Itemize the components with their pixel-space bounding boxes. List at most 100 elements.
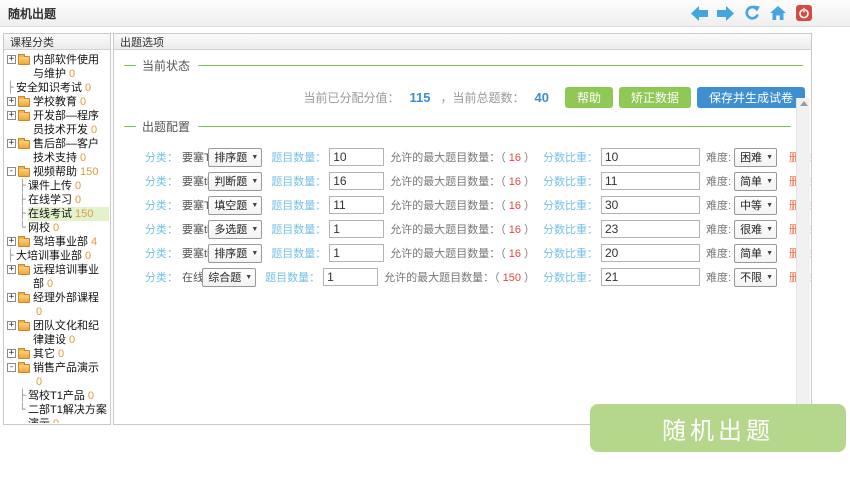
max-count-text: 允许的最大题目数量：（16） [390, 221, 535, 237]
difficulty-select[interactable]: 中等▼ [734, 196, 777, 215]
tree-item[interactable]: ├在线学习0 [5, 193, 109, 207]
expand-icon[interactable]: + [7, 139, 16, 148]
folder-icon [18, 322, 30, 331]
save-generate-button[interactable]: 保存并生成试卷 [697, 87, 805, 108]
tree-item[interactable]: + 开发部—程序员技术开发0 [5, 109, 109, 137]
question-type-select[interactable]: 综合题▼ [202, 268, 256, 287]
tree-item[interactable]: -销售产品演示0 [5, 361, 109, 389]
status-buttons: 帮助矫正数据保存并生成试卷 [559, 87, 805, 108]
question-count-label: 题目数量： [271, 221, 326, 237]
expand-icon[interactable]: + [7, 55, 16, 64]
chevron-down-icon: ▼ [251, 226, 258, 233]
forward-icon[interactable] [717, 5, 734, 21]
tree-item[interactable]: ├大培训事业部0 [5, 249, 109, 263]
expand-icon[interactable]: + [7, 349, 16, 358]
tree-connector-icon: ├ [19, 207, 28, 221]
folder-icon [18, 350, 30, 359]
tree-item[interactable]: +其它0 [5, 347, 109, 361]
tree-item-label: 经理外部课程0 [33, 291, 109, 319]
chevron-down-icon: ▼ [251, 250, 258, 257]
question-type-select[interactable]: 填空题▼ [208, 196, 262, 215]
question-type-select[interactable]: 排序题▼ [208, 148, 262, 167]
score-ratio-label: 分数比重： [543, 269, 598, 285]
category-label: 分类： [145, 245, 178, 261]
vertical-scrollbar[interactable] [796, 98, 810, 423]
tree-item[interactable]: └网校0 [5, 221, 109, 235]
difficulty-label: 难度: [706, 173, 731, 189]
question-count-input[interactable] [329, 244, 384, 262]
tree-connector-icon: ├ [19, 389, 28, 403]
tree-item-label: 大培训事业部0 [16, 249, 109, 263]
question-count-label: 题目数量： [271, 149, 326, 165]
tree-item[interactable]: + 团队文化和纪律建设0 [5, 319, 109, 347]
question-count-input[interactable] [329, 148, 384, 166]
difficulty-select[interactable]: 很难▼ [734, 220, 777, 239]
question-count-input[interactable] [329, 220, 384, 238]
power-icon[interactable] [795, 5, 812, 21]
tree-item[interactable]: +内部软件使用与维护0 [5, 53, 109, 81]
question-type-select[interactable]: 判断题▼ [208, 172, 262, 191]
category-value: 要塞TKS [182, 149, 208, 165]
folder-icon [18, 238, 30, 247]
tree-item[interactable]: + 经理外部课程0 [5, 291, 109, 319]
home-icon[interactable] [769, 5, 786, 21]
help-button[interactable]: 帮助 [565, 87, 613, 108]
tree-item[interactable]: └二部T1解决方案演示0 [5, 403, 109, 423]
expand-icon[interactable]: + [7, 237, 16, 246]
tree-item[interactable]: ├在线考试150 [5, 207, 109, 221]
refresh-icon[interactable] [743, 5, 760, 21]
tree-item-count: 0 [58, 348, 64, 360]
tree-item[interactable]: +学校教育0 [5, 95, 109, 109]
fix-data-button[interactable]: 矫正数据 [619, 87, 691, 108]
question-count-label: 题目数量： [271, 245, 326, 261]
difficulty-select[interactable]: 不限▼ [734, 268, 777, 287]
score-ratio-label: 分数比重： [543, 173, 598, 189]
score-ratio-label: 分数比重： [543, 197, 598, 213]
tree-item-label: 团队文化和纪律建设0 [33, 319, 109, 347]
tree-item[interactable]: +售后部—客户技术支持0 [5, 137, 109, 165]
tree-item[interactable]: + 驾培事业部4 [5, 235, 109, 249]
expand-icon[interactable]: + [7, 321, 16, 330]
tree-item[interactable]: ├驾校T1产品0 [5, 389, 109, 403]
collapse-icon[interactable]: - [7, 167, 16, 176]
tree-item-label: 开发部—程序员技术开发0 [33, 109, 109, 137]
tree-item[interactable]: -视频帮助150 [5, 165, 109, 179]
difficulty-select[interactable]: 简单▼ [734, 244, 777, 263]
status-legend-label: 当前状态 [142, 57, 190, 74]
difficulty-label: 难度: [706, 245, 731, 261]
question-count-input[interactable] [323, 268, 378, 286]
category-label: 分类： [145, 173, 178, 189]
collapse-icon[interactable]: - [7, 363, 16, 372]
score-ratio-input[interactable] [601, 196, 700, 214]
question-count-input[interactable] [329, 172, 384, 190]
question-type-select[interactable]: 多选题▼ [208, 220, 262, 239]
tree-item[interactable]: ├安全知识考试0 [5, 81, 109, 95]
expand-icon[interactable]: + [7, 111, 16, 120]
toast-label: 随机出题 [662, 411, 774, 446]
question-count-input[interactable] [329, 196, 384, 214]
tree-connector-icon: └ [19, 403, 28, 417]
max-count-text: 允许的最大题目数量：（16） [390, 173, 535, 189]
score-ratio-input[interactable] [601, 220, 700, 238]
tree-item-label: 在线考试150 [28, 207, 109, 221]
question-type-select[interactable]: 排序题▼ [208, 244, 262, 263]
back-icon[interactable] [691, 5, 708, 21]
config-legend: 出题配置 [124, 118, 791, 135]
expand-icon[interactable]: + [7, 97, 16, 106]
score-ratio-input[interactable] [601, 148, 700, 166]
score-ratio-input[interactable] [601, 268, 700, 286]
tree-item-label: 驾培事业部4 [33, 235, 109, 249]
difficulty-select[interactable]: 困难▼ [734, 148, 777, 167]
difficulty-select[interactable]: 简单▼ [734, 172, 777, 191]
tree-item[interactable]: ├课件上传0 [5, 179, 109, 193]
expand-icon[interactable]: + [7, 265, 16, 274]
chevron-down-icon: ▼ [766, 226, 773, 233]
tree-item[interactable]: +远程培训事业部0 [5, 263, 109, 291]
score-ratio-input[interactable] [601, 172, 700, 190]
expand-icon[interactable]: + [7, 293, 16, 302]
score-ratio-input[interactable] [601, 244, 700, 262]
total-questions-value: 40 [530, 90, 552, 105]
max-count-text: 允许的最大题目数量：（16） [390, 245, 535, 261]
scroll-up-icon[interactable] [800, 101, 808, 106]
chevron-down-icon: ▼ [766, 178, 773, 185]
